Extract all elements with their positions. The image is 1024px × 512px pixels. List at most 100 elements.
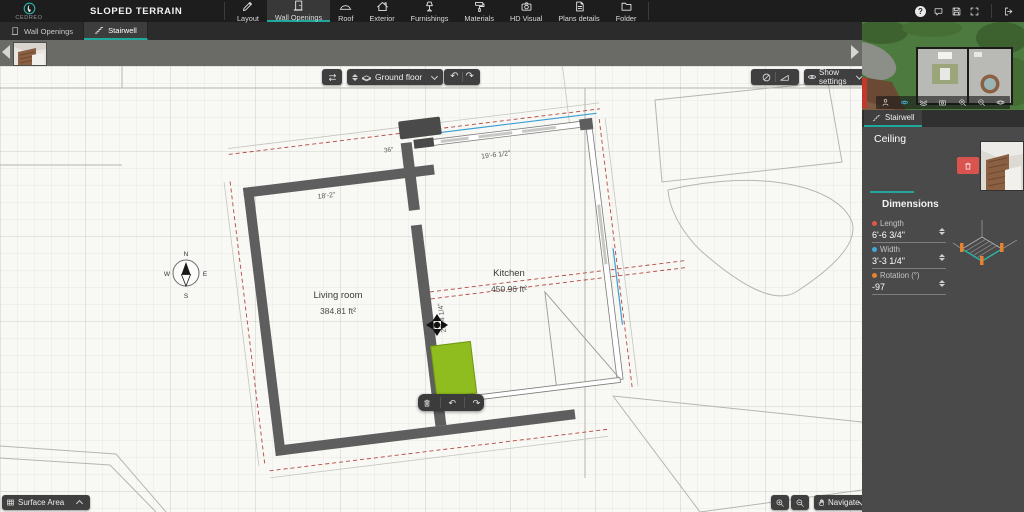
person-view-icon[interactable] (881, 98, 890, 107)
length-input[interactable]: 6'-6 3/4" (872, 230, 946, 243)
rotation-stepper[interactable] (939, 280, 945, 287)
delete-button[interactable] (957, 157, 979, 174)
fullscreen-icon[interactable] (969, 6, 980, 17)
rotate-cw-icon[interactable]: ↷ (473, 398, 481, 408)
length-stepper[interactable] (939, 228, 945, 235)
snapshot-icon[interactable] (938, 98, 947, 107)
3d-preview[interactable] (862, 22, 1024, 110)
stairs-icon (872, 113, 881, 122)
header-divider (648, 2, 649, 20)
menu-item-folder[interactable]: Folder (608, 0, 645, 22)
scroll-left-icon[interactable] (2, 45, 10, 59)
header-actions: ? (915, 4, 1024, 18)
chevron-down-icon (431, 72, 438, 79)
door-icon (292, 0, 305, 12)
menu-item-hd-visual[interactable]: HD Visual (502, 0, 550, 22)
roof-icon (339, 0, 352, 13)
surface-area-button[interactable]: Surface Area (2, 495, 90, 510)
trash-icon[interactable] (422, 398, 432, 408)
tool-tab-bar: Wall Openings Stairwell (0, 22, 862, 40)
cedreo-app-window: CEDREO SLOPED TERRAIN Layout Wall Openin… (0, 0, 1024, 512)
redo-icon[interactable]: ↷ (466, 72, 474, 82)
active-subtab-indicator (870, 191, 914, 193)
roof-slope-toggle-icon[interactable] (779, 72, 790, 83)
catalog-strip (0, 40, 862, 66)
properties-sidebar: Stairwell Ceiling Dimensions Length 6'-6… (862, 22, 1024, 512)
chevron-up-icon (76, 500, 83, 507)
menu-item-furnishings[interactable]: Furnishings (403, 0, 457, 22)
sidebar-tab-stairwell[interactable]: Stairwell (864, 110, 922, 127)
orbit-icon[interactable] (996, 98, 1005, 107)
hand-icon (817, 498, 826, 507)
dimension-label-36: 36" (384, 146, 395, 154)
help-icon[interactable]: ? (915, 6, 926, 17)
top-menu-bar: CEDREO SLOPED TERRAIN Layout Wall Openin… (0, 0, 1024, 22)
scroll-right-icon[interactable] (851, 45, 859, 59)
rotate-ccw-icon[interactable]: ↶ (448, 398, 456, 408)
length-field: Length 6'-6 3/4" (872, 219, 946, 243)
svg-text:S: S (184, 293, 189, 300)
house-icon (376, 0, 389, 13)
svg-text:E: E (203, 271, 208, 278)
app-logo[interactable]: CEDREO (6, 2, 52, 21)
terrain-toggle-icon[interactable] (761, 72, 772, 83)
floor-selector[interactable]: Ground floor (347, 69, 443, 85)
floors-icon[interactable] (919, 98, 928, 107)
svg-text:N: N (184, 251, 189, 258)
floor-plan-canvas[interactable]: 36" 18'-2" 19'-6 1/2" 25'-4 1/4" Living … (0, 66, 862, 512)
compass: N S W E (164, 251, 208, 300)
preview-zoom-out-icon[interactable] (977, 98, 986, 107)
menu-item-materials[interactable]: Materials (456, 0, 502, 22)
ceiling-opening-diagram (950, 215, 1020, 275)
dimension-label-top-right: 19'-6 1/2" (481, 150, 512, 161)
exit-icon[interactable] (1003, 6, 1014, 17)
show-settings-button[interactable]: Show settings (804, 69, 868, 85)
rotation-field: Rotation (°) -97 (872, 271, 946, 295)
save-icon[interactable] (951, 6, 962, 17)
floor-stepper-icon[interactable] (352, 74, 358, 81)
pencil-icon (241, 0, 254, 13)
header-divider (991, 4, 992, 18)
floor-plan-group[interactable]: 36" 18'-2" 19'-6 1/2" 25'-4 1/4" (214, 66, 705, 479)
rotation-input[interactable]: -97 (872, 282, 946, 295)
preview-zoom-in-icon[interactable] (958, 98, 967, 107)
floor-selector-value: Ground floor (375, 72, 422, 82)
main-menu: Layout Wall Openings Roof Exterior Furni… (229, 0, 644, 22)
eye-icon (807, 72, 817, 82)
stairwell-catalog-thumbnail[interactable] (13, 42, 47, 66)
comment-icon[interactable] (933, 6, 944, 17)
svg-text:W: W (164, 271, 171, 278)
paint-roller-icon (473, 0, 486, 13)
object-type-label: Ceiling (874, 133, 906, 145)
undo-redo-group: ↶ ↷ (444, 69, 480, 85)
table-icon (6, 498, 15, 507)
width-stepper[interactable] (939, 254, 945, 261)
floor-plan-drawing: 36" 18'-2" 19'-6 1/2" 25'-4 1/4" Living … (0, 66, 862, 512)
room-name-living: Living room (313, 290, 362, 301)
zoom-in-button[interactable] (771, 495, 789, 510)
rotation-dot-icon (872, 273, 877, 278)
width-field: Width 3'-3 1/4" (872, 245, 946, 269)
folder-icon (620, 0, 633, 13)
swap-view-button[interactable] (322, 69, 342, 85)
menu-item-roof[interactable]: Roof (330, 0, 361, 22)
zoom-out-button[interactable] (791, 495, 809, 510)
selected-stairwell-object[interactable] (431, 341, 477, 397)
eye-view-icon[interactable] (900, 98, 909, 107)
dimension-lines-red (227, 101, 705, 471)
navigate-button[interactable]: Navigate (814, 495, 867, 510)
menu-item-plans-details[interactable]: Plans details (550, 0, 607, 22)
tab-stairwell[interactable]: Stairwell (84, 22, 148, 40)
menu-item-wall-openings[interactable]: Wall Openings (267, 0, 330, 22)
undo-icon[interactable]: ↶ (450, 72, 458, 82)
preview-toolbar (876, 96, 1010, 109)
tab-wall-openings[interactable]: Wall Openings (0, 22, 84, 40)
cedreo-logo-icon (23, 2, 36, 15)
menu-item-exterior[interactable]: Exterior (362, 0, 403, 22)
dimensions-section-title: Dimensions (882, 199, 939, 210)
menu-item-layout[interactable]: Layout (229, 0, 267, 22)
stairwell-preview-thumbnail[interactable] (980, 141, 1024, 191)
width-input[interactable]: 3'-3 1/4" (872, 256, 946, 269)
stairs-icon (94, 25, 104, 35)
stairwell-properties-panel: Ceiling Dimensions Length 6'-6 3/4" Widt… (862, 127, 1024, 512)
